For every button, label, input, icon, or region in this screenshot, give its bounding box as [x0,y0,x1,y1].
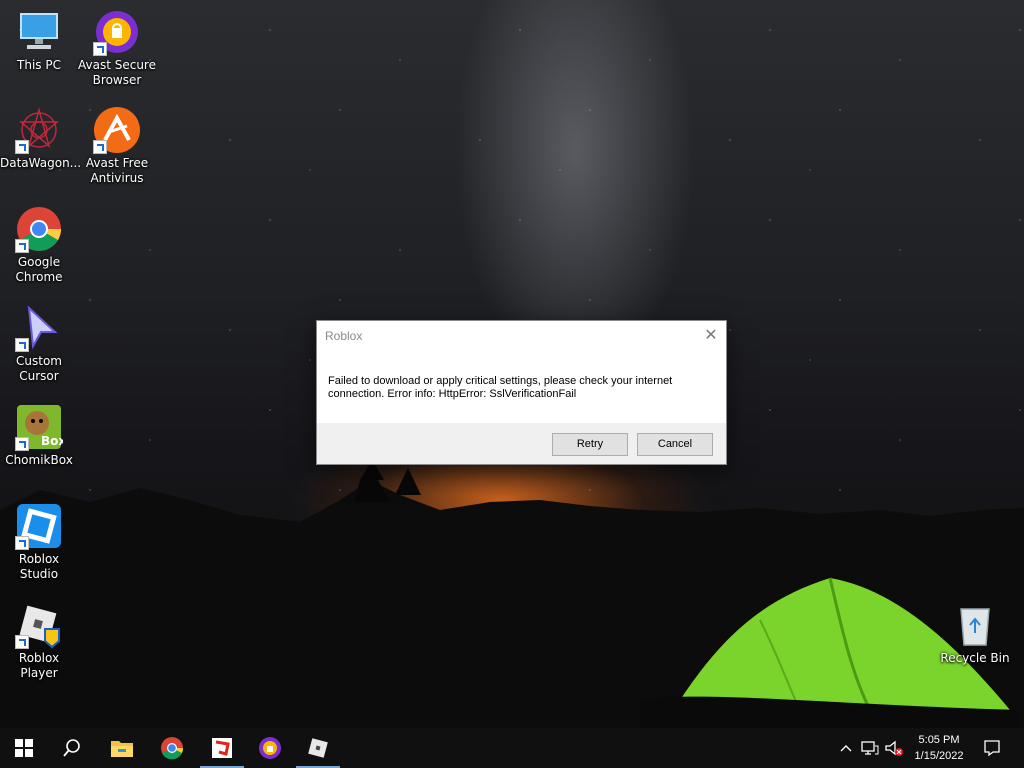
dialog-message-line: Failed to download or apply critical set… [328,375,673,387]
taskbar-avast-browser[interactable] [246,728,294,768]
desktop-icon-datawagon[interactable]: DataWagon... [0,106,82,171]
search-button[interactable] [48,728,96,768]
desktop-icon-avast-secure-browser[interactable]: Avast Secure Browser [78,8,156,88]
desktop-icon-roblox-studio[interactable]: Roblox Studio [0,502,78,582]
dialog-message-line: connection. Error info: HttpError: SslVe… [328,388,577,400]
start-button[interactable] [0,728,48,768]
dialog-footer: Retry Cancel [317,423,726,464]
shortcut-arrow-icon [93,42,107,56]
volume-muted-icon [885,740,903,756]
desktop-icon-label: Recycle Bin [940,651,1010,665]
network-icon [861,741,879,755]
desktop-icon-label: Google Chrome [15,255,63,284]
taskbar-roblox-player[interactable] [294,728,342,768]
shortcut-arrow-icon [15,437,29,451]
desktop-icon-label: Avast Secure Browser [78,58,156,87]
chevron-up-icon [840,745,852,752]
datawagon-icon [15,106,63,154]
chrome-icon [15,205,63,253]
shortcut-arrow-icon [15,140,29,154]
desktop-icon-roblox-player[interactable]: Roblox Player [0,601,78,681]
dialog-message: Failed to download or apply critical set… [328,375,708,401]
custom-cursor-icon [15,304,63,352]
notification-icon [984,740,1000,757]
desktop-icon-this-pc[interactable]: This PC [0,8,78,73]
shortcut-arrow-icon [15,239,29,253]
chomikbox-icon: Box [15,403,66,451]
chrome-icon [161,737,184,760]
taskbar-file-explorer[interactable] [98,728,146,768]
clock-date: 1/15/2022 [914,750,964,762]
desktop-icon-label: Custom Cursor [16,354,62,383]
windows-start-icon [15,739,33,757]
cancel-button[interactable]: Cancel [637,433,713,456]
taskbar-roblox-studio[interactable] [198,728,246,768]
retry-button[interactable]: Retry [552,433,628,456]
desktop-icon-label: ChomikBox [5,453,73,467]
search-icon [63,739,80,757]
dialog-title: Roblox [325,329,363,343]
shortcut-arrow-icon [15,338,29,352]
taskbar-chrome[interactable] [148,728,196,768]
desktop-icon-label: Roblox Player [18,651,60,680]
desktop-icon-chomikbox[interactable]: Box ChomikBox [0,403,78,468]
volume-tray-button[interactable] [884,738,904,758]
desktop-icon-custom-cursor[interactable]: Custom Cursor [0,304,78,384]
close-icon[interactable]: ✕ [696,321,726,349]
roblox-studio-icon [15,502,63,550]
shortcut-arrow-icon [15,635,29,649]
avast-browser-icon [259,737,281,759]
desktop-icon-label: DataWagon... [0,156,82,170]
desktop-icon-label: This PC [17,58,61,72]
desktop-icon-avast-free-antivirus[interactable]: Avast Free Antivirus [78,106,156,186]
desktop-icon-google-chrome[interactable]: Google Chrome [0,205,78,285]
roblox-studio-icon [212,738,232,758]
shortcut-arrow-icon [15,536,29,550]
desktop-icon-recycle-bin[interactable]: Recycle Bin [936,601,1014,666]
taskbar: 5:05 PM 1/15/2022 [0,728,1024,768]
desktop-icon-label: Roblox Studio [18,552,60,581]
file-explorer-icon [111,741,133,757]
clock-time: 5:05 PM [918,734,960,746]
desktop-icon-label: Avast Free Antivirus [85,156,149,185]
show-hidden-icons-button[interactable] [836,738,856,758]
network-tray-button[interactable] [860,738,880,758]
avast-antivirus-icon [93,106,141,154]
roblox-player-icon [308,738,328,758]
shortcut-arrow-icon [93,140,107,154]
svg-text:Box: Box [41,434,63,448]
roblox-error-dialog: Roblox ✕ Failed to download or apply cri… [316,320,727,465]
this-pc-icon [15,8,63,56]
roblox-player-icon [15,601,63,649]
recycle-bin-icon [951,601,999,649]
action-center-button[interactable] [982,738,1002,758]
taskbar-clock[interactable]: 5:05 PM 1/15/2022 [906,732,972,764]
avast-secure-browser-icon [93,8,141,56]
